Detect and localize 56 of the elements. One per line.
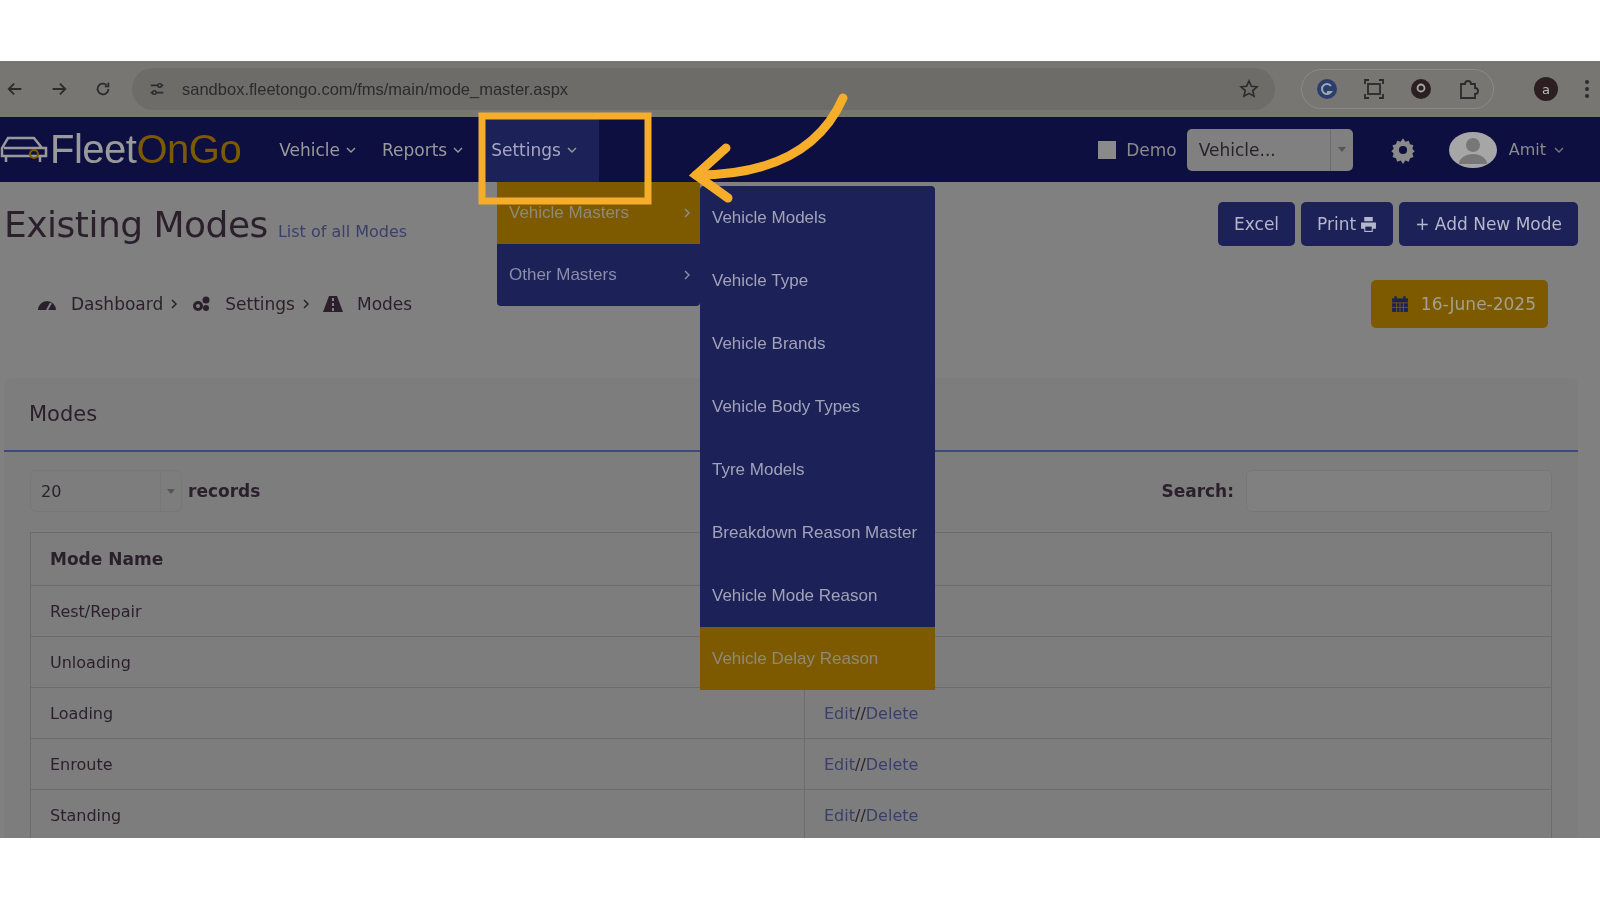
demo-label: Demo [1126,139,1177,160]
print-button[interactable]: Print [1301,202,1394,246]
chevron-down-icon [1554,146,1564,153]
page-title: Existing Modes [4,203,268,245]
link-separator: // [855,754,866,774]
chevron-down-icon [345,146,356,153]
vehicle-select[interactable]: Vehicle... [1186,128,1353,171]
url-text: sandbox.fleetongo.com/fms/main/mode_master.aspx [182,79,570,99]
breadcrumb-chevron-icon [302,299,309,309]
chevron-down-icon [566,146,577,153]
card-title: Modes [29,402,98,426]
action-button[interactable]: + Add New Mode [1399,202,1578,246]
puzzle-icon[interactable] [1457,78,1479,100]
road-icon [322,296,343,312]
g-circle-icon[interactable] [1410,78,1432,100]
breadcrumb-chevron-icon [171,299,178,309]
breadcrumb-link[interactable]: Dashboard [71,294,164,314]
submenu-item[interactable]: Vehicle Brands [700,312,935,375]
nav-menu-item[interactable]: Reports [371,117,474,182]
user-menu[interactable]: Amit [1502,139,1570,160]
dropdown-caret-icon [167,488,175,494]
reload-icon[interactable] [94,80,112,98]
profile-avatar[interactable]: a [1534,77,1558,101]
chevron-right-icon [684,208,690,218]
printer-icon [1360,215,1378,233]
bookmark-star-icon[interactable] [1239,79,1259,99]
logo-text[interactable]: FleetOnGo [50,127,242,172]
back-icon[interactable] [6,80,24,98]
chevron-right-icon [684,270,690,280]
breadcrumb-link[interactable]: Modes [356,294,413,314]
chevron-down-icon [453,146,464,153]
link-separator: // [855,703,866,723]
page-subtitle: List of all Modes [277,221,408,241]
submenu-item[interactable]: Vehicle Models [700,186,935,249]
address-bar[interactable]: sandbox.fleetongo.com/fms/main/mode_master.aspx [132,68,1275,110]
user-avatar-icon[interactable] [1448,131,1497,168]
dropdown-caret-icon [1337,147,1346,152]
submenu-item[interactable]: Vehicle Type [700,249,935,312]
forward-icon[interactable] [50,80,68,98]
site-settings-icon[interactable] [148,80,166,98]
action-button[interactable]: Excel [1218,202,1296,246]
search-label: Search: [1161,481,1234,501]
grammar-extension-icon[interactable] [1316,78,1338,100]
nav-menu-item[interactable]: Vehicle [269,117,366,182]
calendar-icon [1390,295,1409,313]
dropdown-item[interactable]: Other Masters [497,244,700,306]
submenu-item[interactable]: Tyre Models [700,438,935,501]
submenu-item[interactable]: Vehicle Body Types [700,375,935,438]
more-options-icon[interactable] [1584,79,1590,99]
page-size-select[interactable]: 20 [30,470,182,512]
link-separator: // [855,805,866,825]
table-cell: Enroute [30,738,805,790]
records-label: records [188,481,261,501]
breadcrumb-link[interactable]: Settings [225,294,295,314]
screen-capture-icon[interactable] [1363,78,1385,100]
demo-checkbox[interactable] [1098,140,1117,159]
